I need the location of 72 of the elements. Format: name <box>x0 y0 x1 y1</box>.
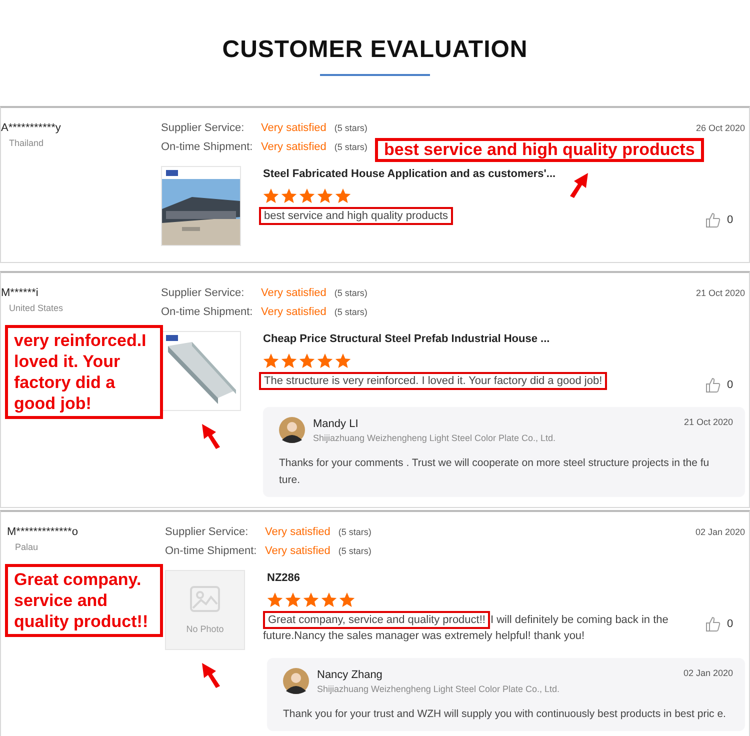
star-icon <box>267 592 283 608</box>
reply-date: 21 Oct 2020 <box>684 417 733 427</box>
product-title[interactable]: Steel Fabricated House Application and as customers'... <box>263 168 745 180</box>
company-name: Shijiazhuang Weizhengheng Light Steel Color Plate Co., Ltd. <box>313 432 556 442</box>
rating-stars: (5 stars) <box>338 546 372 556</box>
star-icon <box>317 353 333 369</box>
rating-stars: (5 stars) <box>338 527 372 537</box>
image-icon <box>190 586 220 612</box>
star-icon <box>281 353 297 369</box>
rating-stars: (5 stars) <box>334 123 368 133</box>
replier-name: Mandy LI <box>313 418 360 430</box>
replier-name: Nancy Zhang <box>317 668 384 680</box>
arrow <box>569 172 589 198</box>
product-title[interactable]: Cheap Price Structural Steel Prefab Industrial House ... <box>263 333 745 345</box>
star-icon <box>339 592 355 608</box>
thumbs-up-icon <box>705 377 721 393</box>
reviewer-name: M*************o <box>7 526 79 538</box>
reply-text: Thank you for your trust and WZH will supply you with continuously best products in best pric e. <box>283 707 727 722</box>
reviewer-country: United States <box>9 303 64 313</box>
star-icon <box>263 188 279 204</box>
rating-stars: (5 stars) <box>334 288 368 298</box>
rating-label: On-time Shipment: <box>161 141 254 153</box>
star-icon <box>299 188 315 204</box>
rating-stars: (5 stars) <box>334 142 368 152</box>
thumbs-up-icon <box>705 212 721 228</box>
star-icon <box>321 592 337 608</box>
star-icon <box>285 592 301 608</box>
rating-label: Supplier Service: <box>161 122 246 134</box>
star-icon <box>335 353 351 369</box>
rating-label: Supplier Service: <box>161 287 246 299</box>
rating-label: Supplier Service: <box>165 526 250 538</box>
like-count: 0 <box>727 214 734 226</box>
rating-value: Very satisfied <box>265 526 330 538</box>
star-icon <box>281 188 297 204</box>
placeholder-label: No Photo <box>186 624 224 634</box>
page-title: CUSTOMER EVALUATION <box>222 36 528 64</box>
review-text: best service and high quality products <box>259 208 705 224</box>
reviewer-name: A***********y <box>1 122 62 134</box>
reviewer-country: Thailand <box>9 138 45 148</box>
reply-text: Thanks for your comments . Trust we will cooperate on more steel structure projects in the fu ture. <box>279 456 710 488</box>
review-text: Great company, service and quality product!! I will definitely be coming back in the future.Nancy the sales manager was extremely helpful! thank you! <box>263 612 705 644</box>
rating-label: On-time Shipment: <box>165 545 258 557</box>
star-icon <box>263 353 279 369</box>
star-icon <box>303 592 319 608</box>
callout-caption: very reinforced.I loved it. Your factory did a good job! <box>5 325 163 419</box>
avatar <box>283 668 309 694</box>
review-date: 26 Oct 2020 <box>696 123 745 133</box>
company-name: Shijiazhuang Weizhengheng Light Steel Color Plate Co., Ltd. <box>317 684 560 694</box>
thumbs-up-icon <box>705 616 721 632</box>
reviewer-country: Palau <box>15 542 40 552</box>
avatar <box>279 417 305 443</box>
rating-stars: (5 stars) <box>334 307 368 317</box>
like-count: 0 <box>727 379 734 391</box>
rating-value: Very satisfied <box>261 306 326 318</box>
review-date: 21 Oct 2020 <box>696 288 745 298</box>
product-title[interactable]: NZ286 <box>267 572 745 584</box>
reply-date: 02 Jan 2020 <box>683 668 733 678</box>
rating-value: Very satisfied <box>261 141 326 153</box>
rating-value: Very satisfied <box>265 545 330 557</box>
rating-value: Very satisfied <box>261 122 326 134</box>
like-count: 0 <box>727 618 734 630</box>
rating-label: On-time Shipment: <box>161 306 254 318</box>
star-icon <box>335 188 351 204</box>
review-date: 02 Jan 2020 <box>695 527 745 537</box>
callout-caption: best service and high quality products <box>375 138 704 162</box>
star-icon <box>317 188 333 204</box>
arrow <box>201 662 221 688</box>
reviewer-name: M******i <box>1 287 40 299</box>
rating-value: Very satisfied <box>261 287 326 299</box>
star-icon <box>299 353 315 369</box>
callout-caption: Great company. service and quality product!! <box>5 564 163 637</box>
arrow <box>201 423 221 449</box>
